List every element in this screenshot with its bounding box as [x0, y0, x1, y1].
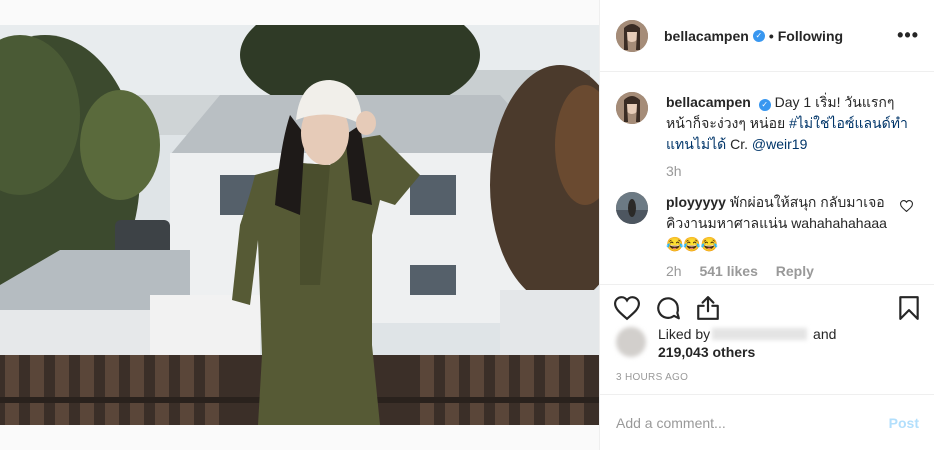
comment-likes[interactable]: 541 likes	[699, 263, 757, 279]
caption-time[interactable]: 3h	[666, 163, 682, 179]
post-side-panel: bellacampen ✓ • Following ••• bellacampe…	[599, 0, 934, 450]
separator-dot: •	[768, 27, 774, 44]
liker-name-redacted[interactable]	[712, 328, 808, 340]
caption: bellacampen ✓ Day 1 เริ่ม! วันแรกๆ หน้าก…	[616, 92, 919, 182]
likes-summary: Liked by and 219,043 others	[616, 325, 926, 361]
comment-input[interactable]	[616, 414, 889, 431]
heart-icon[interactable]	[614, 295, 640, 321]
liker-avatar[interactable]	[616, 327, 646, 357]
likes-and: and	[809, 326, 837, 342]
comments-section: bellacampen ✓ Day 1 เริ่ม! วันแรกๆ หน้าก…	[600, 72, 934, 284]
comment-like-heart-icon[interactable]	[900, 200, 913, 212]
post-photo[interactable]	[0, 25, 599, 425]
add-comment-bar: Post	[600, 394, 934, 450]
caption-credit: Cr.	[726, 136, 752, 152]
verified-icon: ✓	[758, 99, 771, 111]
reply-button[interactable]: Reply	[776, 263, 814, 279]
mention-link[interactable]: @weir19	[752, 136, 807, 152]
verified-icon: ✓	[752, 29, 765, 42]
comment-username[interactable]: ployyyyy	[666, 194, 726, 210]
comment-meta: 2h 541 likes Reply	[666, 261, 891, 282]
avatar[interactable]	[616, 19, 648, 52]
caption-username[interactable]: bellacampen	[666, 94, 751, 110]
likes-count[interactable]: 219,043 others	[658, 344, 755, 360]
following-button[interactable]: Following	[778, 28, 843, 44]
caption-text: bellacampen ✓ Day 1 เริ่ม! วันแรกๆ หน้าก…	[666, 92, 911, 155]
post-author-username[interactable]: bellacampen	[664, 28, 749, 44]
bookmark-icon[interactable]	[896, 295, 922, 321]
caption-meta: 3h	[666, 161, 911, 182]
post-image	[0, 25, 599, 425]
commenter-avatar[interactable]	[616, 192, 648, 224]
comment-icon[interactable]	[655, 295, 681, 321]
comment-time[interactable]: 2h	[666, 263, 682, 279]
more-options-icon[interactable]: •••	[897, 26, 919, 44]
share-icon[interactable]	[695, 295, 721, 321]
avatar[interactable]	[616, 92, 648, 124]
post-button[interactable]: Post	[889, 415, 919, 431]
liked-by-label: Liked by	[658, 326, 711, 342]
comment-text: ployyyyy พักผ่อนให้สนุก กลับมาเจอคิวงานม…	[666, 192, 891, 255]
post-timestamp[interactable]: 3 HOURS AGO	[616, 372, 688, 383]
post-header: bellacampen ✓ • Following •••	[600, 0, 934, 72]
comment: ployyyyy พักผ่อนให้สนุก กลับมาเจอคิวงานม…	[616, 192, 919, 282]
action-bar	[600, 284, 934, 330]
